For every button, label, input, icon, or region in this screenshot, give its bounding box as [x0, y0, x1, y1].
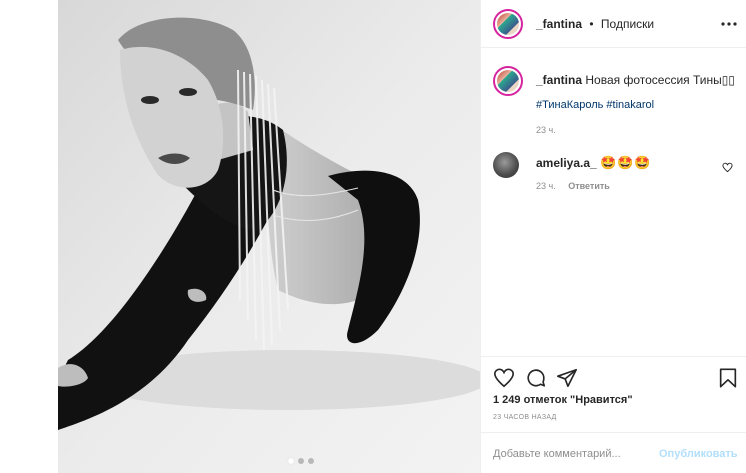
carousel-dot-active — [288, 458, 294, 464]
likes-count[interactable]: 1 249 отметок "Нравится" — [493, 394, 633, 406]
paper-plane-icon[interactable] — [556, 367, 578, 389]
posted-time[interactable]: 23 ЧАСОВ НАЗАД — [493, 414, 557, 421]
author-username[interactable]: _fantina — [536, 17, 582, 31]
commenter-avatar[interactable] — [493, 152, 519, 178]
post-sidebar: _fantina • Подписки _fantina Новая фотос… — [480, 0, 746, 473]
header-text: _fantina • Подписки — [536, 17, 654, 31]
comment-meta: 23 ч. Ответить — [536, 181, 610, 191]
comment-bubble-icon[interactable] — [525, 367, 547, 389]
photo-image — [58, 0, 480, 473]
post-actions: 1 249 отметок "Нравится" 23 ЧАСОВ НАЗАД — [481, 356, 746, 433]
carousel-dot — [298, 458, 304, 464]
caption-text: _fantina Новая фотосессия Тины▯▯ — [536, 72, 736, 88]
commenter-username[interactable]: ameliya.a_ — [536, 156, 597, 170]
caption-hashtags[interactable]: #ТинаКароль #tinakarol — [536, 99, 654, 111]
comment-item: ameliya.a_ 🤩🤩🤩 23 ч. Ответить — [493, 152, 739, 192]
comment-text: ameliya.a_ 🤩🤩🤩 — [536, 155, 652, 171]
caption-username[interactable]: _fantina — [536, 73, 582, 87]
following-button[interactable]: Подписки — [601, 17, 654, 31]
publish-button[interactable]: Опубликовать — [659, 448, 738, 460]
caption-timestamp[interactable]: 23 ч. — [536, 125, 556, 135]
caption-emoji: ▯▯ — [721, 73, 735, 87]
bookmark-icon[interactable] — [717, 367, 739, 389]
heart-outline-icon[interactable] — [493, 367, 515, 389]
separator-bullet: • — [589, 17, 594, 31]
more-horizontal-icon[interactable] — [719, 14, 739, 34]
comment-input[interactable] — [493, 445, 663, 463]
carousel-indicator — [288, 458, 314, 464]
caption-author-avatar[interactable] — [493, 66, 523, 96]
add-comment-bar: Опубликовать — [481, 432, 746, 473]
post-header: _fantina • Подписки — [481, 0, 746, 48]
author-avatar[interactable] — [493, 9, 523, 39]
comment-emoji: 🤩🤩🤩 — [600, 155, 652, 170]
caption-body: Новая фотосессия Тины — [585, 73, 722, 87]
carousel-dot — [308, 458, 314, 464]
comment-like-heart-icon[interactable] — [722, 162, 733, 173]
post-photo[interactable] — [58, 0, 480, 473]
reply-button[interactable]: Ответить — [568, 181, 610, 191]
comment-timestamp[interactable]: 23 ч. — [536, 181, 556, 191]
